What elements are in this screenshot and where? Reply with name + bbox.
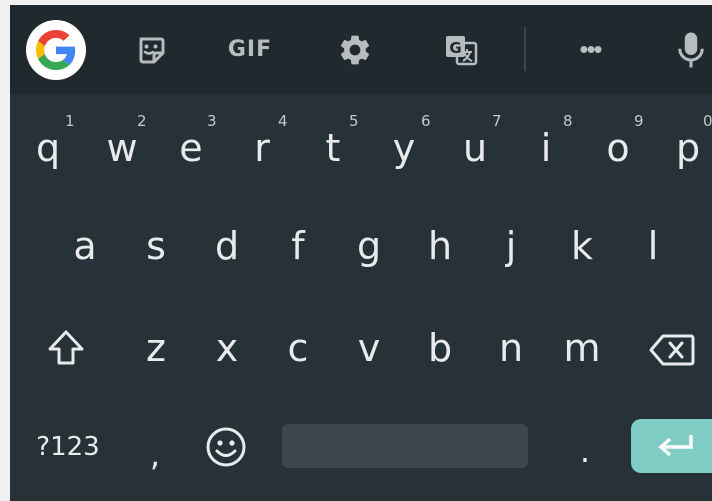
key-w[interactable]: w [100, 123, 144, 173]
translate-icon: G [446, 35, 478, 65]
svg-text:G: G [449, 39, 461, 57]
key-m[interactable]: m [557, 323, 607, 373]
shift-arrow-icon [48, 330, 84, 365]
space-bar[interactable] [282, 424, 528, 468]
enter-key[interactable] [631, 419, 712, 473]
gif-label: GIF [227, 37, 273, 62]
hint-4: 4 [278, 112, 288, 130]
key-o[interactable]: o [598, 123, 638, 173]
more-icon: ••• [579, 34, 602, 64]
backspace-key[interactable] [644, 325, 700, 375]
key-u[interactable]: u [455, 123, 495, 173]
key-s[interactable]: s [136, 221, 176, 271]
key-y[interactable]: y [384, 123, 424, 173]
key-e[interactable]: e [171, 123, 211, 173]
key-g[interactable]: g [349, 221, 389, 271]
key-p[interactable]: p [668, 123, 708, 173]
hint-5: 5 [349, 112, 359, 130]
settings-button[interactable] [330, 5, 380, 94]
hint-6: 6 [421, 112, 431, 130]
comma-key[interactable]: , [140, 433, 170, 477]
key-n[interactable]: n [491, 323, 531, 373]
key-d[interactable]: d [207, 221, 247, 271]
key-q[interactable]: q [28, 123, 68, 173]
hint-9: 9 [634, 112, 644, 130]
key-c[interactable]: c [278, 323, 318, 373]
sticker-icon [139, 37, 165, 63]
shift-key[interactable] [42, 321, 90, 375]
gif-button[interactable]: GIF [220, 5, 280, 94]
key-v[interactable]: v [349, 323, 389, 373]
more-button[interactable]: ••• [565, 5, 615, 94]
sticker-button[interactable] [124, 5, 178, 94]
google-logo-icon [36, 30, 76, 70]
microphone-icon [678, 32, 704, 67]
backspace-icon [649, 334, 695, 366]
smiley-icon [206, 427, 246, 467]
key-z[interactable]: z [136, 323, 176, 373]
suggestion-toolbar: GIF G ••• [10, 5, 712, 94]
enter-arrow-icon [658, 435, 693, 457]
key-b[interactable]: b [420, 323, 460, 373]
translate-button[interactable]: G [436, 5, 486, 94]
key-k[interactable]: k [562, 221, 602, 271]
key-i[interactable]: i [526, 123, 566, 173]
hint-3: 3 [207, 112, 217, 130]
hint-1: 1 [65, 112, 75, 130]
hint-7: 7 [492, 112, 502, 130]
hint-2: 2 [137, 112, 147, 130]
toolbar-divider [524, 27, 526, 71]
period-key[interactable]: . [570, 429, 600, 473]
symbols-key[interactable]: ?123 [30, 425, 106, 469]
key-t[interactable]: t [313, 123, 353, 173]
emoji-key[interactable] [202, 425, 250, 469]
voice-input-button[interactable] [670, 5, 712, 94]
hint-8: 8 [563, 112, 573, 130]
key-x[interactable]: x [207, 323, 247, 373]
key-f[interactable]: f [278, 221, 318, 271]
gear-icon [340, 35, 370, 64]
key-j[interactable]: j [491, 221, 531, 271]
keyboard: GIF G ••• q w e r t y u i o p 1 2 3 4 5 … [10, 5, 712, 501]
key-a[interactable]: a [65, 221, 105, 271]
google-search-button[interactable] [26, 20, 86, 80]
key-r[interactable]: r [242, 123, 282, 173]
hint-0: 0 [703, 112, 712, 130]
key-l[interactable]: l [633, 221, 673, 271]
key-h[interactable]: h [420, 221, 460, 271]
